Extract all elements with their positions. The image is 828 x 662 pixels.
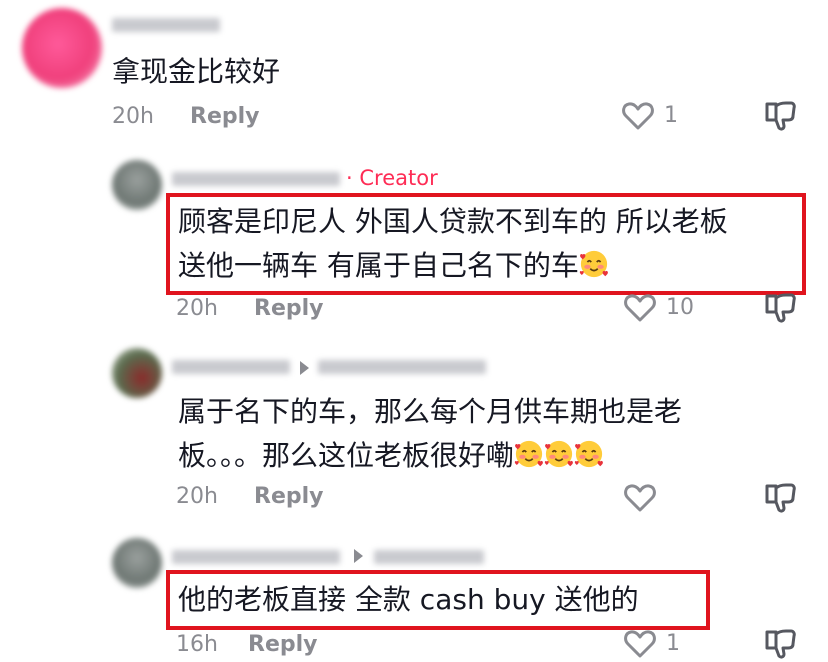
comment-text: 他的老板直接 全款 cash buy 送他的 (178, 583, 639, 616)
reply-button[interactable]: Reply (254, 484, 324, 509)
comment-text: 拿现金比较好 (112, 55, 281, 88)
avatar[interactable] (112, 348, 162, 398)
username[interactable]: ▮▮▮▮▮▮▮▮▮▮▮ (172, 550, 340, 564)
reply-to-username[interactable]: ▮▮▮▮▮▮▮▮▮ (318, 360, 486, 374)
heart-outline-icon (620, 98, 656, 134)
avatar[interactable] (112, 160, 162, 210)
thumbs-down-icon[interactable] (762, 290, 798, 326)
like-count: 1 (666, 631, 680, 656)
smiling-face-with-hearts-emoji (544, 439, 574, 469)
heart-outline-icon (622, 626, 658, 662)
reply-arrow-icon (354, 549, 363, 563)
like-button[interactable]: 10 (622, 290, 702, 330)
smiling-face-with-hearts-emoji (574, 439, 604, 469)
reply-button[interactable]: Reply (190, 104, 260, 129)
heart-outline-icon[interactable] (622, 480, 658, 516)
thumbs-down-icon[interactable] (762, 480, 798, 516)
avatar[interactable] (22, 8, 102, 88)
reply-to-username[interactable]: ▮▮▮▮▮▮ (374, 550, 484, 564)
username[interactable]: ▮▮▮▮ ▮▮▮ (172, 360, 290, 374)
creator-badge: · Creator (346, 166, 438, 190)
comment-time: 20h (176, 484, 218, 509)
reply-arrow-icon (300, 361, 309, 375)
smiling-face-with-hearts-emoji (579, 249, 609, 279)
thumbs-down-icon[interactable] (762, 626, 798, 662)
comment-time: 20h (112, 104, 154, 129)
comment-text-line: 板。。。那么这位老板很好嘞 (178, 434, 604, 478)
avatar[interactable] (112, 538, 162, 588)
reply-button[interactable]: Reply (254, 296, 324, 321)
like-button[interactable]: 1 (622, 626, 692, 662)
like-count: 10 (666, 295, 694, 320)
like-count: 1 (664, 103, 678, 128)
reply-button[interactable]: Reply (248, 632, 318, 657)
heart-outline-icon (622, 290, 658, 326)
comment-text-line: 顾客是印尼人 外国人贷款不到车的 所以老板 (178, 205, 728, 238)
like-button[interactable]: 1 (620, 98, 690, 138)
comment-time: 16h (176, 632, 218, 657)
thumbs-down-icon[interactable] (762, 98, 798, 134)
comment-text-line: 属于名下的车，那么每个月供车期也是老 (178, 395, 683, 428)
username[interactable]: ▮▮▮▮▮▮▮▮▮▮▮ (172, 172, 340, 186)
smiling-face-with-hearts-emoji (514, 439, 544, 469)
comment-text-line: 送他一辆车 有属于自己名下的车 (178, 244, 609, 288)
comment-time: 20h (176, 296, 218, 321)
username[interactable]: ▮▮▮▮▮▮▮ (112, 18, 220, 32)
